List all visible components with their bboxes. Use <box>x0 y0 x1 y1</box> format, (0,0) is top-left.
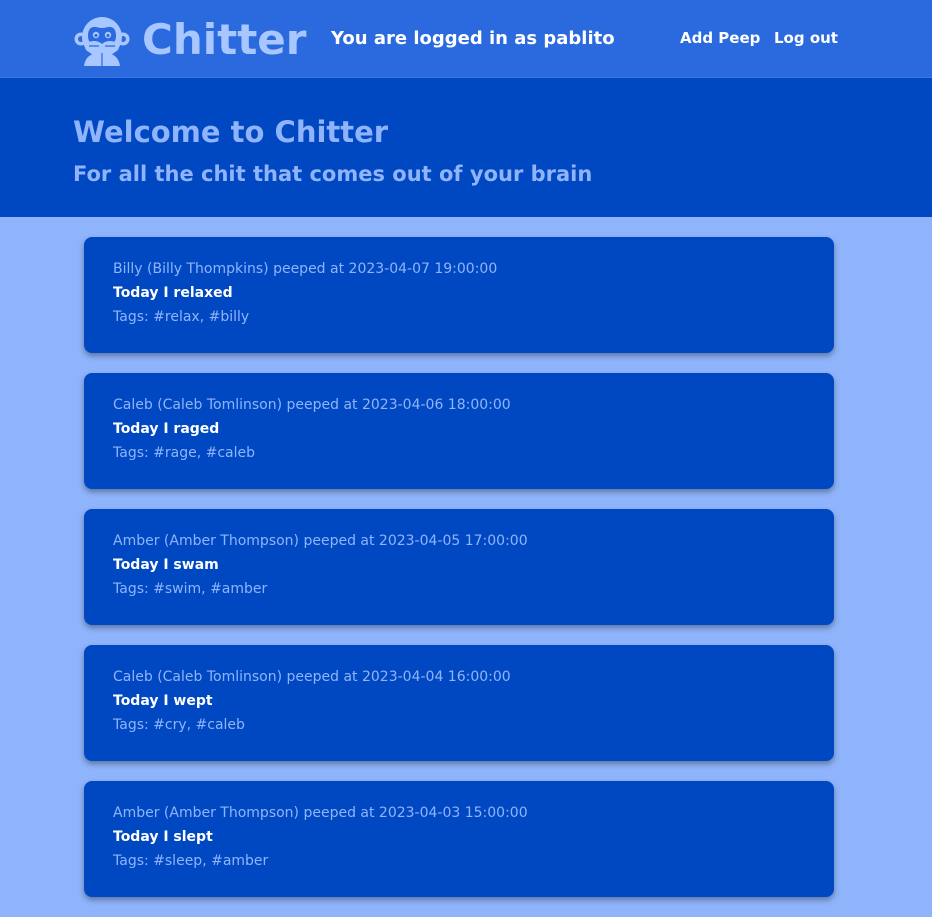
peep-content: Today I raged <box>113 421 220 437</box>
peep-card: Amber (Amber Thompson) peeped at 2023-04… <box>84 509 834 625</box>
peep-content: Today I slept <box>113 829 213 845</box>
hero-banner: Welcome to Chitter For all the chit that… <box>0 78 932 217</box>
navbar: Chitter You are logged in as pablito Add… <box>0 0 932 78</box>
peep-content: Today I swam <box>113 557 219 573</box>
peep-card: Amber (Amber Thompson) peeped at 2023-04… <box>84 781 834 897</box>
peep-content: Today I relaxed <box>113 285 233 301</box>
peep-content: Today I wept <box>113 693 213 709</box>
brand-name: Chitter <box>142 15 307 64</box>
peep-card: Billy (Billy Thompkins) peeped at 2023-0… <box>84 237 834 353</box>
peep-meta: Amber (Amber Thompson) peeped at 2023-04… <box>113 533 528 549</box>
peep-tags: Tags: #relax, #billy <box>113 309 250 325</box>
peep-tags: Tags: #sleep, #amber <box>113 853 269 869</box>
peep-meta: Caleb (Caleb Tomlinson) peeped at 2023-0… <box>113 397 511 413</box>
peep-card: Caleb (Caleb Tomlinson) peeped at 2023-0… <box>84 373 834 489</box>
page-title: Welcome to Chitter <box>73 115 389 149</box>
page-subtitle: For all the chit that comes out of your … <box>73 162 593 186</box>
peep-meta: Billy (Billy Thompkins) peeped at 2023-0… <box>113 261 498 277</box>
peep-card: Caleb (Caleb Tomlinson) peeped at 2023-0… <box>84 645 834 761</box>
brand-link[interactable]: Chitter <box>74 12 306 68</box>
peep-tags: Tags: #rage, #caleb <box>113 445 256 461</box>
peep-tags: Tags: #swim, #amber <box>113 581 268 597</box>
monkey-icon <box>74 12 130 68</box>
peep-meta: Caleb (Caleb Tomlinson) peeped at 2023-0… <box>113 669 511 685</box>
peep-meta: Amber (Amber Thompson) peeped at 2023-04… <box>113 805 528 821</box>
log-out-link[interactable]: Log out <box>774 27 838 49</box>
add-peep-link[interactable]: Add Peep <box>680 27 760 49</box>
peep-tags: Tags: #cry, #caleb <box>113 717 245 733</box>
logged-in-status: You are logged in as pablito <box>331 28 615 49</box>
peep-feed: Billy (Billy Thompkins) peeped at 2023-0… <box>84 237 834 917</box>
